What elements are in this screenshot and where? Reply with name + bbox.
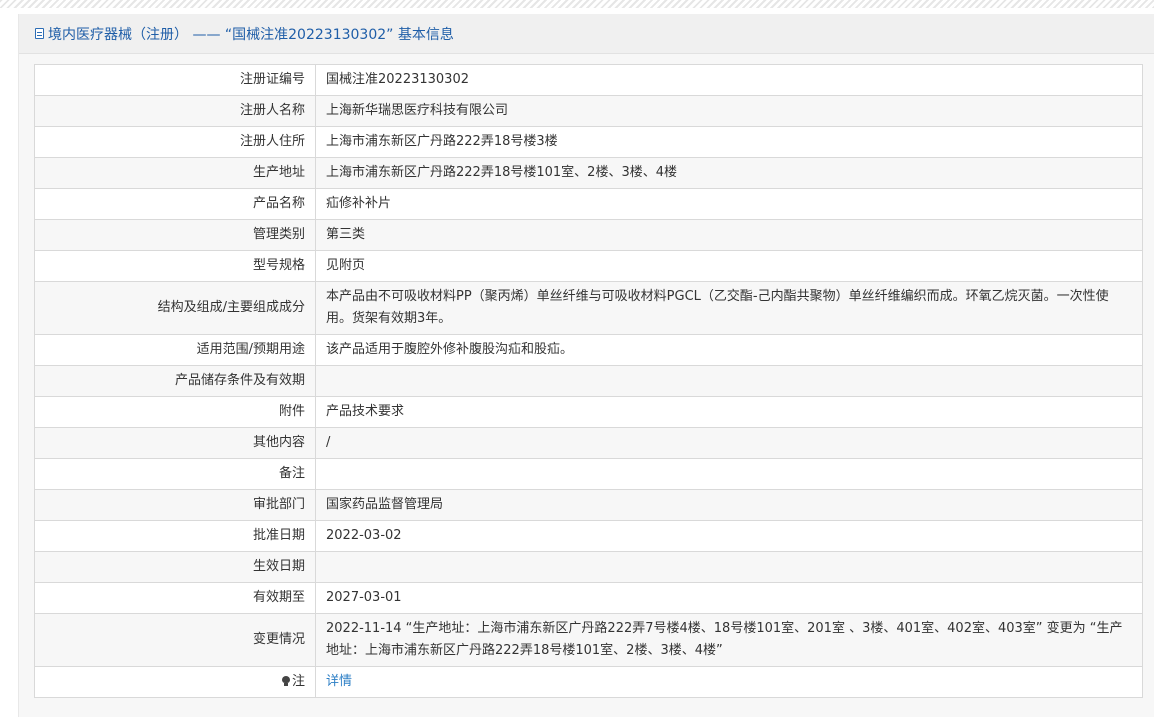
field-label: 产品名称	[34, 188, 316, 220]
table-row: 适用范围/预期用途 该产品适用于腹腔外修补腹股沟疝和股疝。	[34, 334, 1143, 366]
table-row: 注册人住所 上海市浦东新区广丹路222弄18号楼3楼	[34, 126, 1143, 158]
field-label: 适用范围/预期用途	[34, 334, 316, 366]
table-row: 注册证编号 国械注准20223130302	[34, 64, 1143, 96]
table-row: 其他内容 /	[34, 427, 1143, 459]
info-panel: 境内医疗器械（注册） —— “国械注准20223130302” 基本信息 注册证…	[18, 14, 1154, 717]
field-label: 备注	[34, 458, 316, 490]
table-row: 型号规格 见附页	[34, 250, 1143, 282]
table-row: 产品名称 疝修补补片	[34, 188, 1143, 220]
page-title: 境内医疗器械（注册） —— “国械注准20223130302” 基本信息	[48, 26, 454, 43]
field-value	[315, 458, 1143, 490]
note-label: 注	[291, 674, 305, 689]
table-row: 有效期至 2027-03-01	[34, 582, 1143, 614]
field-label: 生效日期	[34, 551, 316, 583]
table-row: 注册人名称 上海新华瑞思医疗科技有限公司	[34, 95, 1143, 127]
note-row: 注 详情	[34, 666, 1143, 698]
field-value	[315, 365, 1143, 397]
field-label: 产品储存条件及有效期	[34, 365, 316, 397]
field-label: 结构及组成/主要组成成分	[34, 281, 316, 335]
field-label: 批准日期	[34, 520, 316, 552]
field-value: 该产品适用于腹腔外修补腹股沟疝和股疝。	[315, 334, 1143, 366]
field-value	[315, 551, 1143, 583]
table-row: 结构及组成/主要组成成分 本产品由不可吸收材料PP（聚丙烯）单丝纤维与可吸收材料…	[34, 281, 1143, 335]
lightbulb-icon	[281, 676, 290, 686]
detail-link[interactable]: 详情	[326, 674, 352, 689]
table-row: 产品储存条件及有效期	[34, 365, 1143, 397]
table-row: 批准日期 2022-03-02	[34, 520, 1143, 552]
field-value: 第三类	[315, 219, 1143, 251]
field-value: 产品技术要求	[315, 396, 1143, 428]
info-table: 注册证编号 国械注准20223130302 注册人名称 上海新华瑞思医疗科技有限…	[34, 64, 1143, 698]
table-row: 生效日期	[34, 551, 1143, 583]
field-label: 管理类别	[34, 219, 316, 251]
field-label: 变更情况	[34, 613, 316, 667]
note-value-cell: 详情	[315, 666, 1143, 698]
table-row: 生产地址 上海市浦东新区广丹路222弄18号楼101室、2楼、3楼、4楼	[34, 157, 1143, 189]
table-row: 管理类别 第三类	[34, 219, 1143, 251]
field-value: 2022-03-02	[315, 520, 1143, 552]
field-value: 国家药品监督管理局	[315, 489, 1143, 521]
field-value: 见附页	[315, 250, 1143, 282]
table-row: 附件 产品技术要求	[34, 396, 1143, 428]
table-row: 变更情况 2022-11-14 “生产地址：上海市浦东新区广丹路222弄7号楼4…	[34, 613, 1143, 667]
field-value: /	[315, 427, 1143, 459]
table-row: 审批部门 国家药品监督管理局	[34, 489, 1143, 521]
note-label-cell: 注	[34, 666, 316, 698]
field-value: 国械注准20223130302	[315, 64, 1143, 96]
field-value: 2022-11-14 “生产地址：上海市浦东新区广丹路222弄7号楼4楼、18号…	[315, 613, 1143, 667]
field-label: 注册人名称	[34, 95, 316, 127]
panel-header: 境内医疗器械（注册） —— “国械注准20223130302” 基本信息	[19, 14, 1154, 54]
field-value: 本产品由不可吸收材料PP（聚丙烯）单丝纤维与可吸收材料PGCL（乙交酯-己内酯共…	[315, 281, 1143, 335]
top-hatch-divider	[0, 0, 1154, 8]
field-label: 有效期至	[34, 582, 316, 614]
field-label: 附件	[34, 396, 316, 428]
field-label: 其他内容	[34, 427, 316, 459]
field-value: 上海市浦东新区广丹路222弄18号楼3楼	[315, 126, 1143, 158]
table-row: 备注	[34, 458, 1143, 490]
field-label: 注册证编号	[34, 64, 316, 96]
field-label: 型号规格	[34, 250, 316, 282]
field-label: 审批部门	[34, 489, 316, 521]
document-icon	[35, 28, 44, 39]
field-value: 疝修补补片	[315, 188, 1143, 220]
field-value: 上海新华瑞思医疗科技有限公司	[315, 95, 1143, 127]
field-value: 上海市浦东新区广丹路222弄18号楼101室、2楼、3楼、4楼	[315, 157, 1143, 189]
field-value: 2027-03-01	[315, 582, 1143, 614]
field-label: 生产地址	[34, 157, 316, 189]
field-label: 注册人住所	[34, 126, 316, 158]
